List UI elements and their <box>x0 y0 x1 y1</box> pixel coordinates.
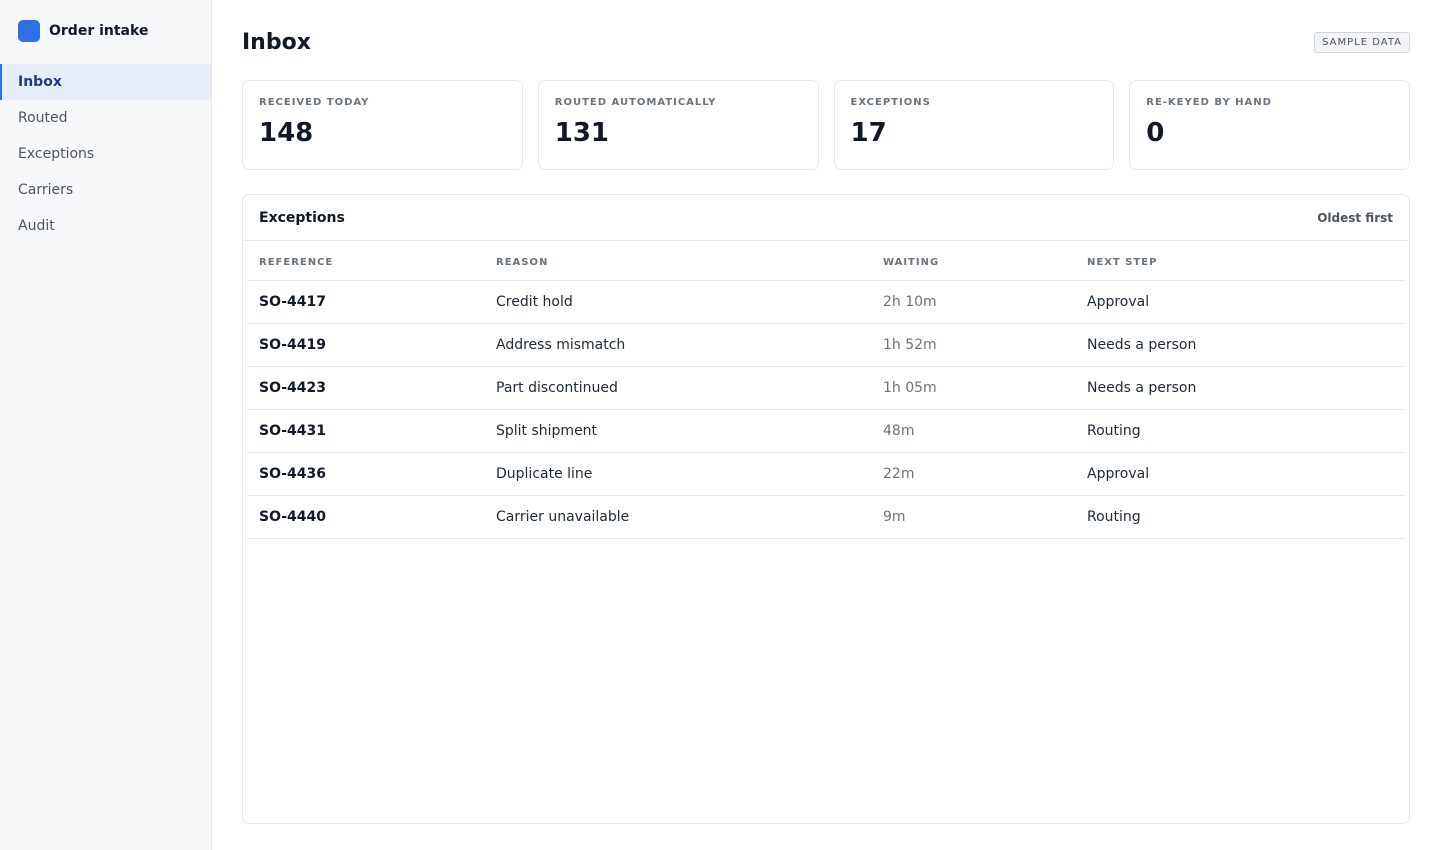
stat-value: 131 <box>554 118 610 148</box>
sample-data-badge: SAMPLE DATA <box>1314 31 1410 53</box>
stat-value: 0 <box>1146 118 1165 148</box>
stat-label: EXCEPTIONS <box>850 97 931 108</box>
sidebar: Order intake Inbox Routed Exceptions Car… <box>0 0 212 850</box>
table-row[interactable]: SO-4431 Split shipment 48m Routing <box>247 409 1405 453</box>
sidebar-item-exceptions[interactable]: Exceptions <box>0 136 211 172</box>
cell-reason: Split shipment <box>484 409 871 453</box>
table-row[interactable]: SO-4419 Address mismatch 1h 52m Needs a … <box>247 323 1405 367</box>
stat-card-routed: ROUTED AUTOMATICALLY 131 <box>537 80 819 170</box>
stat-card-received: RECEIVED TODAY 148 <box>242 80 523 170</box>
page-header: Inbox SAMPLE DATA <box>242 0 1410 84</box>
exceptions-panel-header: Exceptions Oldest first <box>243 195 1409 241</box>
sidebar-nav: Inbox Routed Exceptions Carriers Audit <box>0 64 211 244</box>
cell-reference: SO-4419 <box>247 323 484 367</box>
sort-oldest-first-button[interactable]: Oldest first <box>1317 211 1393 225</box>
table-header-row: REFERENCE REASON WAITING NEXT STEP <box>247 241 1405 281</box>
column-header-waiting: WAITING <box>871 241 1075 281</box>
stats-row: RECEIVED TODAY 148 ROUTED AUTOMATICALLY … <box>242 80 1410 170</box>
cell-waiting: 22m <box>871 452 1075 496</box>
stat-label: RECEIVED TODAY <box>259 97 370 108</box>
cell-reference: SO-4440 <box>247 495 484 539</box>
app-logo-icon <box>18 20 40 42</box>
cell-next-step: Routing <box>1075 495 1405 539</box>
sidebar-item-audit[interactable]: Audit <box>0 208 211 244</box>
sidebar-item-carriers[interactable]: Carriers <box>0 172 211 208</box>
stat-card-rekeyed: RE-KEYED BY HAND 0 <box>1129 80 1410 170</box>
table-row[interactable]: SO-4417 Credit hold 2h 10m Approval <box>247 280 1405 324</box>
cell-reason: Part discontinued <box>484 366 871 410</box>
cell-reason: Credit hold <box>484 280 871 324</box>
column-header-reason: REASON <box>484 241 871 281</box>
table-row[interactable]: SO-4423 Part discontinued 1h 05m Needs a… <box>247 366 1405 410</box>
brand: Order intake <box>0 0 211 62</box>
cell-reference: SO-4431 <box>247 409 484 453</box>
cell-reason: Address mismatch <box>484 323 871 367</box>
cell-waiting: 1h 05m <box>871 366 1075 410</box>
stat-value: 17 <box>850 118 887 148</box>
exceptions-table: REFERENCE REASON WAITING NEXT STEP SO-44… <box>247 241 1405 539</box>
page-title: Inbox <box>242 29 311 55</box>
cell-reason: Duplicate line <box>484 452 871 496</box>
main-content: Inbox SAMPLE DATA RECEIVED TODAY 148 ROU… <box>212 0 1440 850</box>
exceptions-panel: Exceptions Oldest first REFERENCE REASON… <box>242 194 1410 824</box>
cell-reference: SO-4417 <box>247 280 484 324</box>
cell-next-step: Needs a person <box>1075 366 1405 410</box>
cell-next-step: Approval <box>1075 452 1405 496</box>
cell-reason: Carrier unavailable <box>484 495 871 539</box>
stat-card-exceptions: EXCEPTIONS 17 <box>833 80 1115 170</box>
stat-label: ROUTED AUTOMATICALLY <box>554 97 717 108</box>
cell-next-step: Needs a person <box>1075 323 1405 367</box>
exceptions-table-wrap: REFERENCE REASON WAITING NEXT STEP SO-44… <box>243 241 1409 539</box>
sidebar-item-routed[interactable]: Routed <box>0 100 211 136</box>
table-row[interactable]: SO-4440 Carrier unavailable 9m Routing <box>247 495 1405 539</box>
stat-label: RE-KEYED BY HAND <box>1146 97 1272 108</box>
cell-waiting: 48m <box>871 409 1075 453</box>
exceptions-title: Exceptions <box>259 209 345 226</box>
cell-waiting: 2h 10m <box>871 280 1075 324</box>
stat-value: 148 <box>259 118 314 148</box>
cell-reference: SO-4423 <box>247 366 484 410</box>
app-name: Order intake <box>49 23 149 39</box>
column-header-reference: REFERENCE <box>247 241 484 281</box>
column-header-next-step: NEXT STEP <box>1075 241 1405 281</box>
cell-next-step: Approval <box>1075 280 1405 324</box>
cell-waiting: 9m <box>871 495 1075 539</box>
cell-reference: SO-4436 <box>247 452 484 496</box>
sidebar-item-inbox[interactable]: Inbox <box>0 64 211 100</box>
table-row[interactable]: SO-4436 Duplicate line 22m Approval <box>247 452 1405 496</box>
cell-next-step: Routing <box>1075 409 1405 453</box>
cell-waiting: 1h 52m <box>871 323 1075 367</box>
